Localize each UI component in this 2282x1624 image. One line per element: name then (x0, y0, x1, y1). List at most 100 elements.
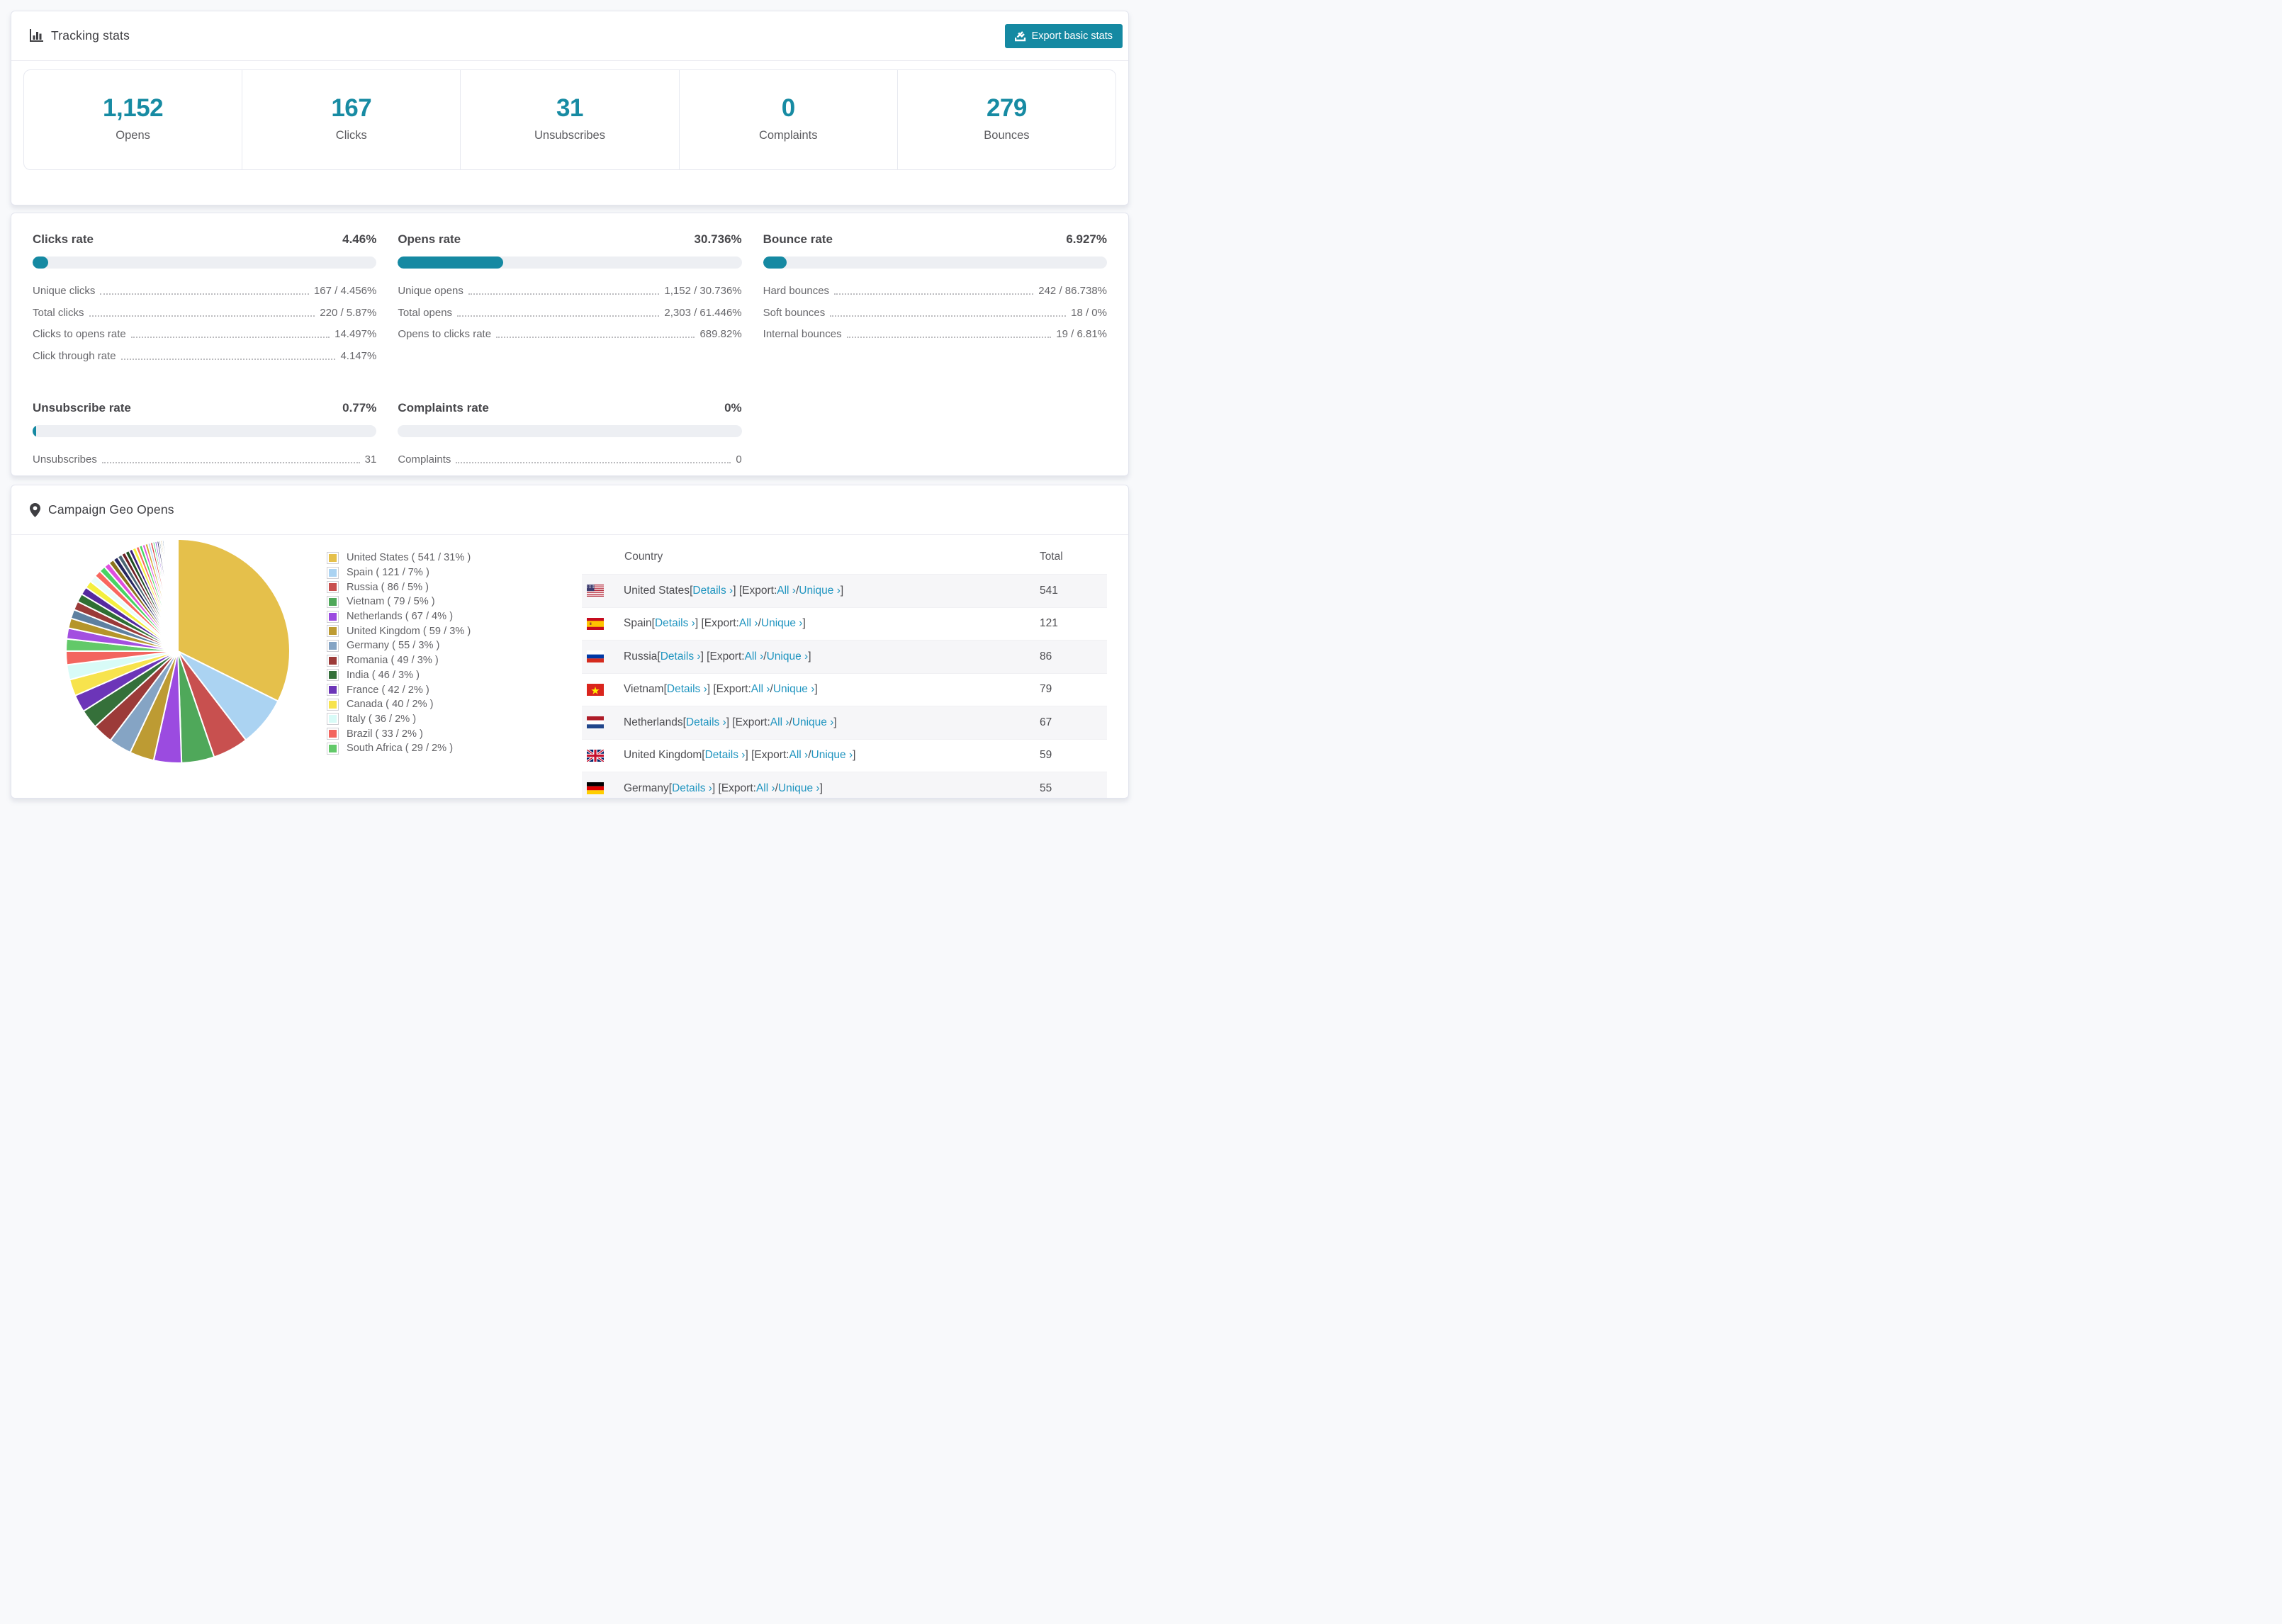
country-cell: Netherlands [Details ›] [Export: All › /… (582, 716, 1040, 729)
legend-label: Romania ( 49 / 3% ) (347, 655, 439, 667)
stat-tile-complaints: 0 Complaints (680, 70, 898, 169)
map-pin-icon (30, 502, 40, 517)
export-all-link[interactable]: All › (745, 650, 764, 663)
legend-item-south-africa[interactable]: South Africa ( 29 / 2% ) (327, 741, 471, 756)
tracking-stats-header: Tracking stats Export basic stats (11, 11, 1128, 61)
export-unique-link[interactable]: Unique › (761, 617, 803, 630)
country-cell: Vietnam [Details ›] [Export: All › / Uni… (582, 683, 1040, 696)
legend-label: Spain ( 121 / 7% ) (347, 567, 429, 579)
export-all-link[interactable]: All › (739, 617, 758, 630)
rate-detail-row: Soft bounces 18 / 0% (763, 307, 1107, 319)
flag-us-icon (587, 585, 604, 597)
rate-row-value: 31 (364, 453, 377, 466)
geo-opens-pie-chart[interactable] (63, 536, 293, 766)
rate-row-label: Internal bounces (763, 328, 842, 340)
details-link[interactable]: Details › (705, 749, 746, 762)
details-link[interactable]: Details › (686, 716, 726, 729)
country-name: Russia (624, 650, 658, 662)
legend-item-russia[interactable]: Russia ( 86 / 5% ) (327, 580, 471, 594)
stat-value: 279 (986, 94, 1027, 122)
legend-label: South Africa ( 29 / 2% ) (347, 743, 454, 755)
legend-item-germany[interactable]: Germany ( 55 / 3% ) (327, 638, 471, 653)
legend-swatch (327, 742, 339, 755)
rate-row-value: 689.82% (699, 328, 742, 340)
country-cell: Germany [Details ›] [Export: All › / Uni… (582, 782, 1040, 795)
tracking-stats-card: Tracking stats Export basic stats 1,152 O… (11, 11, 1129, 205)
export-unique-link[interactable]: Unique › (811, 749, 853, 762)
details-link[interactable]: Details › (655, 617, 695, 630)
legend-item-italy[interactable]: Italy ( 36 / 2% ) (327, 712, 471, 727)
legend-label: United States ( 541 / 31% ) (347, 552, 471, 564)
rate-section-header: Unsubscribe rate 0.77% (33, 401, 376, 415)
export-all-link[interactable]: All › (770, 716, 789, 729)
legend-item-vietnam[interactable]: Vietnam ( 79 / 5% ) (327, 594, 471, 609)
details-link[interactable]: Details › (692, 585, 733, 597)
legend-item-brazil[interactable]: Brazil ( 33 / 2% ) (327, 726, 471, 741)
rate-row-value: 1,152 / 30.736% (664, 285, 742, 297)
table-row-vn: Vietnam [Details ›] [Export: All › / Uni… (582, 672, 1107, 706)
legend-label: Brazil ( 33 / 2% ) (347, 728, 423, 740)
export-all-link[interactable]: All › (777, 585, 796, 597)
details-link[interactable]: Details › (672, 782, 712, 795)
legend-swatch (327, 610, 339, 623)
rate-section-header: Opens rate 30.736% (398, 232, 741, 247)
country-name: United Kingdom (624, 749, 702, 762)
country-cell: Spain [Details ›] [Export: All › / Uniqu… (582, 617, 1040, 630)
flag-gb-icon (587, 749, 604, 762)
country-cell: United States [Details ›] [Export: All ›… (582, 585, 1040, 597)
table-row-ru: Russia [Details ›] [Export: All › / Uniq… (582, 640, 1107, 673)
bracket: ] [Export: (700, 650, 745, 662)
export-unique-link[interactable]: Unique › (767, 650, 809, 663)
legend-item-france[interactable]: France ( 42 / 2% ) (327, 682, 471, 697)
export-all-link[interactable]: All › (756, 782, 775, 795)
rate-detail-rows: Complaints 0 (398, 453, 741, 466)
table-row-gb: United Kingdom [Details ›] [Export: All … (582, 738, 1107, 772)
rate-row-value: 19 / 6.81% (1056, 328, 1107, 340)
legend-swatch (327, 639, 339, 652)
export-unique-link[interactable]: Unique › (799, 585, 841, 597)
country-name: Germany (624, 782, 669, 794)
stat-tile-bounces: 279 Bounces (898, 70, 1115, 169)
stat-label: Unsubscribes (534, 129, 605, 142)
rate-detail-row: Total opens 2,303 / 61.446% (398, 307, 741, 319)
legend-item-united-kingdom[interactable]: United Kingdom ( 59 / 3% ) (327, 624, 471, 638)
legend-swatch (327, 713, 339, 726)
details-link[interactable]: Details › (661, 650, 701, 663)
legend-swatch (327, 669, 339, 682)
legend-swatch (327, 684, 339, 697)
export-all-link[interactable]: All › (751, 683, 770, 696)
legend-item-spain[interactable]: Spain ( 121 / 7% ) (327, 565, 471, 580)
rate-row-label: Clicks to opens rate (33, 328, 126, 340)
rate-detail-row: Click through rate 4.147% (33, 350, 376, 362)
legend-label: Netherlands ( 67 / 4% ) (347, 611, 454, 623)
flag-es-icon (587, 617, 604, 630)
export-button-label: Export basic stats (1031, 30, 1113, 42)
rate-section-unsubscribe-rate: Unsubscribe rate 0.77% Unsubscribes 31 (33, 401, 377, 475)
bracket: ] (853, 749, 856, 762)
legend-item-romania[interactable]: Romania ( 49 / 3% ) (327, 653, 471, 668)
country-cell: Russia [Details ›] [Export: All › / Uniq… (582, 650, 1040, 663)
dotted-leader (496, 337, 695, 338)
legend-item-canada[interactable]: Canada ( 40 / 2% ) (327, 697, 471, 712)
rate-detail-row: Opens to clicks rate 689.82% (398, 328, 741, 340)
export-unique-link[interactable]: Unique › (773, 683, 815, 696)
rate-detail-row: Total clicks 220 / 5.87% (33, 307, 376, 319)
export-unique-link[interactable]: Unique › (778, 782, 820, 795)
rate-section-header: Complaints rate 0% (398, 401, 741, 415)
column-header-total: Total (1040, 551, 1063, 563)
legend-item-united-states[interactable]: United States ( 541 / 31% ) (327, 551, 471, 565)
export-basic-stats-button[interactable]: Export basic stats (1004, 24, 1123, 48)
legend-swatch (327, 728, 339, 740)
details-link[interactable]: Details › (667, 683, 707, 696)
legend-item-india[interactable]: India ( 46 / 3% ) (327, 668, 471, 683)
legend-label: Vietnam ( 79 / 5% ) (347, 596, 435, 608)
legend-item-netherlands[interactable]: Netherlands ( 67 / 4% ) (327, 609, 471, 624)
export-unique-link[interactable]: Unique › (792, 716, 834, 729)
rate-value: 0.77% (342, 401, 377, 415)
rate-row-label: Total opens (398, 306, 453, 319)
rate-title: Opens rate (398, 232, 461, 246)
dotted-leader (130, 337, 330, 338)
export-all-link[interactable]: All › (789, 749, 809, 762)
rate-progress-track (33, 256, 377, 269)
rate-row-value: 167 / 4.456% (313, 285, 377, 297)
